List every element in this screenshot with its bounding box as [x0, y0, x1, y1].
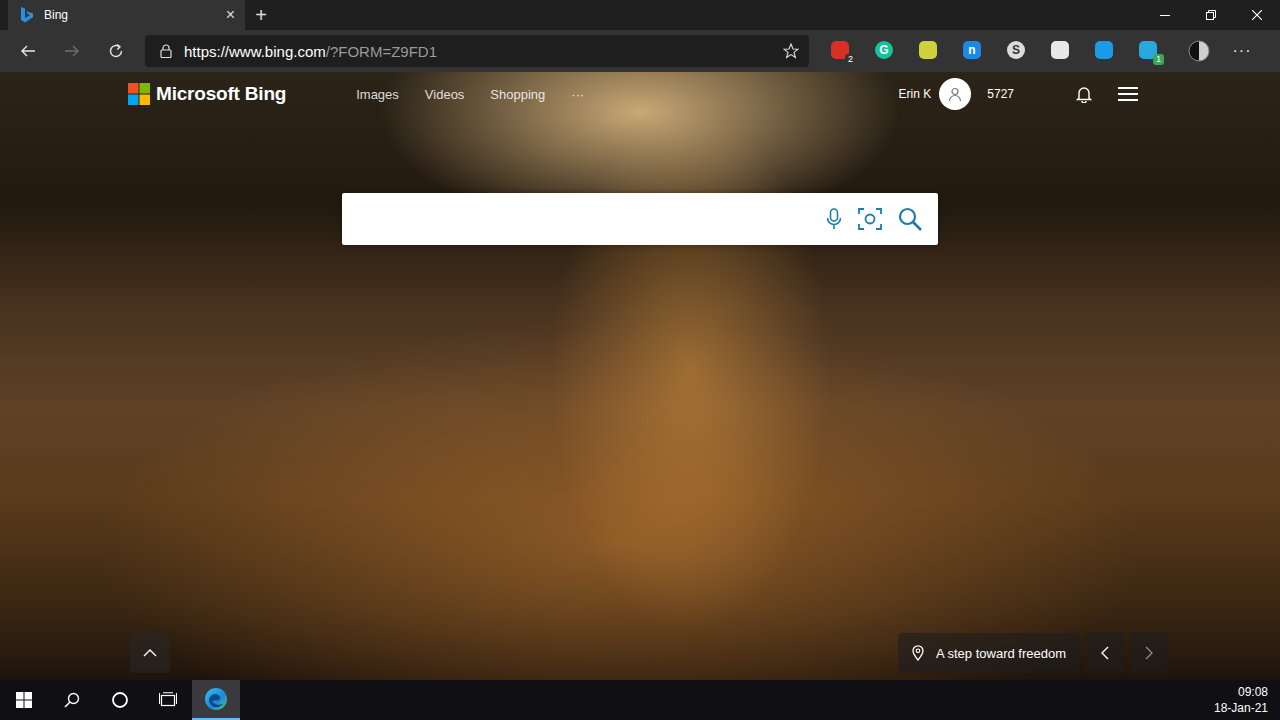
extension-button[interactable] [1051, 41, 1071, 61]
taskbar: 09:08 18-Jan-21 [0, 680, 1280, 720]
extension-button[interactable]: n [963, 41, 983, 61]
chevron-left-icon [1101, 646, 1109, 660]
extensions: 2 G n S 1 [831, 41, 1159, 61]
edge-taskbar-button[interactable] [192, 680, 240, 720]
task-view-icon [159, 692, 177, 708]
nav-link[interactable]: Images [356, 87, 399, 102]
tab-strip: Bing × + [0, 0, 1280, 30]
profile-button[interactable] [1183, 40, 1215, 62]
extension-badge: 2 [845, 54, 856, 65]
minimize-icon [1160, 10, 1170, 20]
background-photo: Microsoft Bing Images Videos Shopping ··· E… [0, 72, 1280, 680]
edge-logo-icon [204, 687, 228, 711]
bing-header: Microsoft Bing Images Videos Shopping ··· E… [0, 72, 1280, 116]
extension-button[interactable] [1095, 41, 1115, 61]
nav-link[interactable]: Shopping [490, 87, 545, 102]
logo-text: Microsoft Bing [156, 83, 286, 105]
extension-icon [1095, 41, 1113, 59]
lock-icon [160, 44, 172, 58]
extension-badge: 1 [1153, 54, 1164, 65]
extension-button[interactable]: 1 [1139, 41, 1159, 61]
chevron-right-icon [1145, 646, 1153, 660]
favorite-star-icon[interactable] [783, 43, 799, 59]
previous-image-button[interactable] [1086, 633, 1124, 673]
cortana-button[interactable] [96, 680, 144, 720]
restore-icon [1206, 10, 1216, 20]
window-controls [1142, 0, 1280, 30]
forward-arrow-icon [64, 43, 80, 59]
user-name: Erin K [899, 87, 932, 101]
extension-icon [919, 41, 937, 59]
clock-date: 18-Jan-21 [1214, 700, 1268, 716]
settings-menu-button[interactable]: ··· [1225, 42, 1259, 60]
bing-logo[interactable]: Microsoft Bing [128, 83, 286, 105]
next-image-button[interactable] [1130, 633, 1168, 673]
url-text: https://www.bing.com/?FORM=Z9FD1 [184, 43, 771, 60]
extension-button[interactable]: 2 [831, 41, 851, 61]
bing-nav: Images Videos Shopping ··· [356, 87, 584, 102]
microphone-icon[interactable] [826, 208, 842, 230]
windows-logo-icon [16, 692, 32, 708]
forward-button[interactable] [54, 35, 90, 67]
microsoft-logo-icon [128, 83, 150, 105]
browser-tab[interactable]: Bing × [8, 0, 245, 30]
screen: Bing × + https://www.bing.com/?FORM=Z9FD… [0, 0, 1280, 720]
taskbar-search-button[interactable] [48, 680, 96, 720]
toolbar: https://www.bing.com/?FORM=Z9FD1 2 G n S … [0, 30, 1280, 72]
profile-avatar-icon [1188, 40, 1210, 62]
tab-close-button[interactable]: × [226, 6, 235, 24]
account[interactable]: Erin K [899, 78, 972, 110]
extension-icon: G [875, 41, 893, 59]
scroll-up-button[interactable] [130, 633, 170, 673]
image-controls: A step toward freedom [0, 633, 1280, 680]
extension-button[interactable]: S [1007, 41, 1027, 61]
extension-icon [1051, 41, 1069, 59]
image-info-button[interactable]: A step toward freedom [898, 633, 1080, 673]
extension-button[interactable]: G [875, 41, 895, 61]
system-clock[interactable]: 09:08 18-Jan-21 [1214, 680, 1280, 720]
nav-link[interactable]: ··· [571, 87, 584, 102]
close-icon [1252, 10, 1262, 20]
refresh-button[interactable] [98, 35, 134, 67]
minimize-button[interactable] [1142, 0, 1188, 30]
magnifier-icon [64, 692, 80, 708]
user-avatar [939, 78, 971, 110]
back-button[interactable] [10, 35, 46, 67]
nav-link[interactable]: Videos [425, 87, 465, 102]
task-view-button[interactable] [144, 680, 192, 720]
close-button[interactable] [1234, 0, 1280, 30]
visual-search-icon[interactable] [858, 208, 882, 230]
extension-icon: n [963, 41, 981, 59]
new-tab-button[interactable]: + [245, 0, 277, 30]
search-input[interactable] [352, 208, 810, 231]
refresh-icon [108, 43, 124, 59]
chevron-up-icon [143, 649, 157, 657]
notification-bell-icon[interactable] [1076, 85, 1092, 103]
restore-button[interactable] [1188, 0, 1234, 30]
person-icon [947, 86, 963, 102]
clock-time: 09:08 [1238, 684, 1268, 700]
extension-button[interactable] [919, 41, 939, 61]
tab-title: Bing [44, 8, 216, 22]
image-caption: A step toward freedom [936, 646, 1066, 661]
start-button[interactable] [0, 680, 48, 720]
back-arrow-icon [20, 43, 36, 59]
rewards-points[interactable]: 5727 [987, 87, 1014, 101]
location-pin-icon [912, 645, 924, 661]
extension-icon: S [1007, 41, 1025, 59]
address-bar[interactable]: https://www.bing.com/?FORM=Z9FD1 [145, 35, 809, 67]
bing-icon [20, 7, 34, 23]
cortana-circle-icon [111, 691, 129, 709]
search-icon[interactable] [898, 207, 922, 231]
search-box[interactable] [342, 193, 938, 245]
hamburger-menu-icon[interactable] [1118, 86, 1138, 102]
